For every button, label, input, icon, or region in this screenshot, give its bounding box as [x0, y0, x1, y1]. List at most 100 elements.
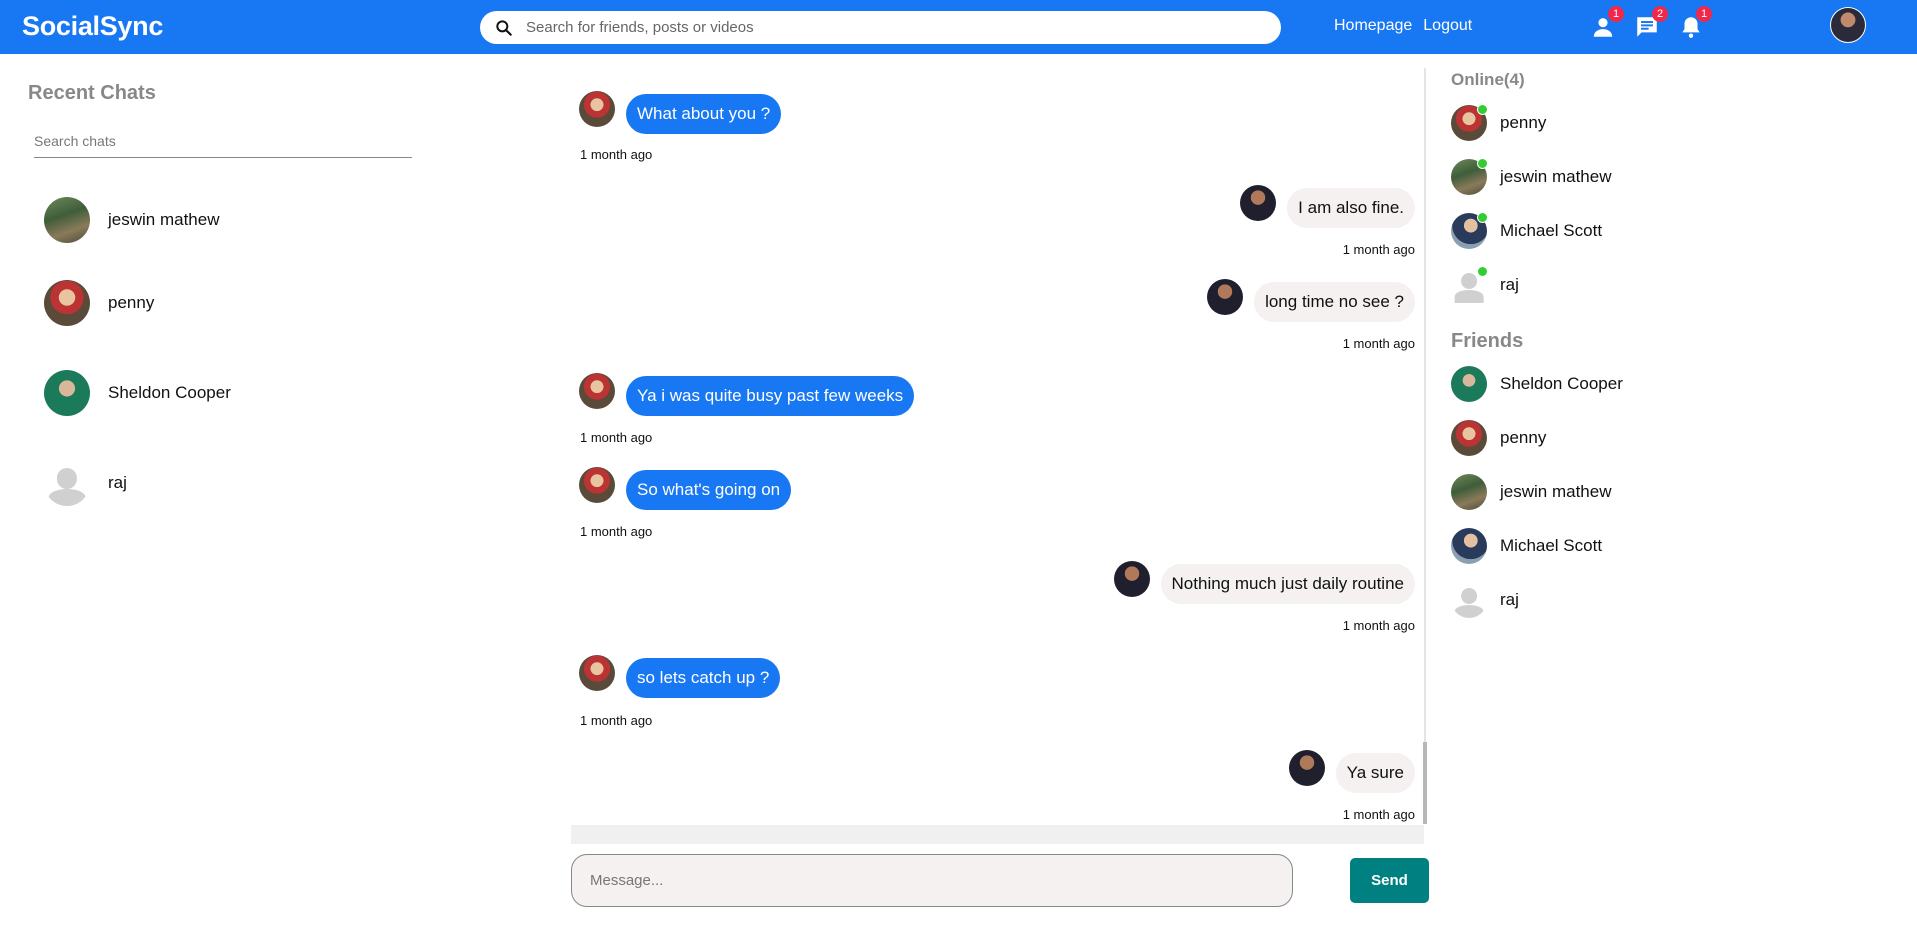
message-sent: I am also fine. [1240, 185, 1415, 228]
friend-name: jeswin mathew [1500, 167, 1612, 186]
message-sent: Ya sure [1288, 750, 1415, 793]
send-button[interactable]: Send [1350, 858, 1429, 903]
messages-badge: 2 [1652, 6, 1668, 22]
conversation-name: penny [108, 293, 155, 312]
message-time: 1 month ago [580, 147, 653, 162]
message-time: 1 month ago [1342, 242, 1415, 257]
online-indicator [1477, 212, 1488, 223]
conversation-item[interactable]: jeswin mathew [28, 182, 418, 258]
online-friend-item[interactable]: jeswin mathew [1451, 150, 1871, 204]
message-input[interactable] [571, 854, 1293, 907]
message-time: 1 month ago [1342, 807, 1415, 822]
online-title: Online(4) [1451, 70, 1525, 89]
avatar [1451, 366, 1487, 402]
conversation-name: raj [108, 473, 127, 492]
friend-name: penny [1500, 113, 1547, 132]
avatar [1207, 279, 1244, 315]
message-sent: Nothing much just daily routine [1113, 561, 1415, 604]
message-time: 1 month ago [1342, 618, 1415, 633]
friend-name: jeswin mathew [1500, 482, 1612, 501]
friend-requests-button[interactable]: 1 [1590, 6, 1624, 40]
avatar [1451, 582, 1487, 618]
avatar [1451, 420, 1487, 456]
avatar [1451, 104, 1488, 141]
message-bubble: so lets catch up ? [626, 658, 781, 698]
conversation-item[interactable]: raj [28, 438, 418, 528]
online-list: penny jeswin mathew Michael Scott raj [1451, 96, 1871, 312]
friend-item[interactable]: raj [1451, 573, 1871, 627]
logout-link[interactable]: Logout [1423, 17, 1472, 35]
avatar [1288, 750, 1325, 786]
avatar [579, 91, 615, 127]
friend-name: Michael Scott [1500, 536, 1603, 555]
avatar [44, 460, 90, 506]
top-bar: SocialSync Homepage Logout 1 2 1 [0, 0, 1917, 54]
message-received: What about you ? [579, 91, 782, 134]
avatar [1451, 266, 1488, 303]
friend-name: raj [1500, 590, 1519, 609]
friend-name: raj [1500, 275, 1519, 294]
notifications-button[interactable]: 1 [1678, 6, 1712, 40]
message-time: 1 month ago [580, 524, 653, 539]
avatar [579, 655, 615, 691]
online-friend-item[interactable]: penny [1451, 96, 1871, 150]
recent-chats-title: Recent Chats [28, 82, 156, 104]
friend-item[interactable]: penny [1451, 411, 1871, 465]
friend-requests-badge: 1 [1608, 6, 1624, 22]
notifications-badge: 1 [1696, 6, 1712, 22]
conversation-name: Sheldon Cooper [108, 383, 231, 402]
message-bubble: Ya sure [1335, 753, 1415, 793]
avatar [579, 373, 615, 409]
avatar [44, 370, 90, 416]
online-indicator [1477, 158, 1488, 169]
chat-search-input[interactable] [34, 127, 412, 158]
friends-list: Sheldon Cooper penny jeswin mathew Micha… [1451, 357, 1871, 627]
avatar [44, 280, 90, 326]
avatar [1240, 185, 1277, 221]
homepage-link[interactable]: Homepage [1334, 17, 1412, 35]
right-sidebar: Online(4) penny jeswin mathew Michael Sc… [1451, 70, 1871, 627]
friend-item[interactable]: Michael Scott [1451, 519, 1871, 573]
message-received: So what's going on [579, 467, 792, 510]
profile-avatar[interactable] [1830, 7, 1866, 43]
message-sent: long time no see ? [1207, 279, 1415, 322]
friend-item[interactable]: Sheldon Cooper [1451, 357, 1871, 411]
message-time: 1 month ago [580, 713, 653, 728]
conversation-item[interactable]: penny [28, 258, 418, 348]
message-received: Ya i was quite busy past few weeks [579, 373, 915, 416]
message-time: 1 month ago [580, 430, 653, 445]
friend-name: penny [1500, 428, 1547, 447]
nav-links: Homepage Logout [1334, 17, 1472, 35]
online-indicator [1477, 266, 1488, 277]
friend-name: Sheldon Cooper [1500, 374, 1623, 393]
avatar [579, 467, 615, 503]
chat-scrollbar-thumb[interactable] [1423, 742, 1427, 824]
conversation-list: jeswin mathew penny Sheldon Cooper raj [28, 182, 418, 528]
message-bubble: Nothing much just daily routine [1160, 564, 1415, 604]
message-bubble: I am also fine. [1287, 188, 1415, 228]
recent-chats-panel: Recent Chats jeswin mathew penny Sheldon… [28, 82, 418, 528]
online-friend-item[interactable]: raj [1451, 258, 1871, 312]
chat-footer-divider [571, 825, 1424, 844]
friend-name: Michael Scott [1500, 221, 1603, 240]
message-bubble: What about you ? [626, 94, 782, 134]
avatar [1451, 212, 1488, 249]
conversation-item[interactable]: Sheldon Cooper [28, 348, 418, 438]
search-icon [496, 19, 512, 36]
message-bubble: So what's going on [626, 470, 792, 510]
messages-button[interactable]: 2 [1634, 6, 1668, 40]
conversation-name: jeswin mathew [108, 210, 220, 229]
message-received: so lets catch up ? [579, 655, 781, 698]
search-bar[interactable] [480, 11, 1281, 44]
chat-scrollbar[interactable] [1424, 68, 1426, 824]
online-friend-item[interactable]: Michael Scott [1451, 204, 1871, 258]
friend-item[interactable]: jeswin mathew [1451, 465, 1871, 519]
online-indicator [1477, 104, 1488, 115]
search-input[interactable] [526, 19, 1226, 36]
notification-icons: 1 2 1 [1590, 6, 1712, 40]
message-bubble: long time no see ? [1254, 282, 1415, 322]
friends-title: Friends [1451, 330, 1524, 352]
message-time: 1 month ago [1342, 336, 1415, 351]
app-logo[interactable]: SocialSync [22, 11, 163, 42]
avatar [44, 197, 90, 243]
